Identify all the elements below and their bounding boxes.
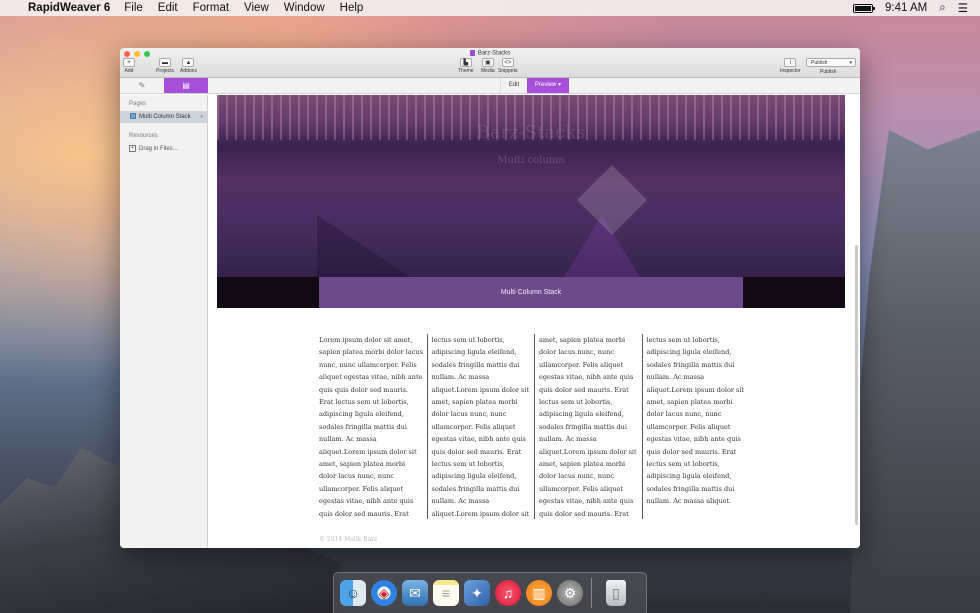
addons-label: Addons — [180, 68, 197, 74]
menu-format[interactable]: Format — [193, 2, 229, 14]
page-footer: © 2014 Malik Barz — [319, 536, 378, 543]
inspector-label: Inspector — [780, 68, 801, 74]
sidebar-item-multi-column-stack[interactable]: Multi Column Stack ▾ — [120, 111, 207, 123]
battery-icon[interactable] — [853, 3, 876, 13]
dock: ☺ ◈ ✉ ≡ ✦ ♫ ▥ ⚙ ▯ — [333, 572, 647, 613]
inspector-button[interactable]: i Inspector — [780, 58, 801, 74]
menu-edit[interactable]: Edit — [158, 2, 178, 14]
clock[interactable]: 9:41 AM — [885, 2, 927, 14]
hero-banner: Barz-Stacks Multi column Multi Column St… — [217, 95, 845, 308]
projects-icon: ▬ — [159, 58, 172, 67]
snippets-button[interactable]: <> Snippets — [498, 58, 517, 74]
title-bar: Barz-Stacks + Add ▬ Projects ▲ Addons ▙ … — [120, 48, 860, 78]
publish-button[interactable]: Publish ▾ — [806, 58, 856, 67]
preview-label: Preview — [534, 82, 557, 88]
chevron-down-icon: ▾ — [558, 82, 562, 88]
hero-subtitle: Multi column — [497, 155, 565, 166]
chevron-down-icon[interactable]: ▾ — [200, 111, 203, 123]
menu-window[interactable]: Window — [284, 2, 325, 14]
notes-icon[interactable]: ≡ — [433, 580, 459, 606]
preview-mode-button[interactable]: Preview ▾ — [527, 78, 569, 93]
spotlight-icon[interactable]: ⌕ — [939, 2, 945, 15]
tools-tab[interactable]: ✎ — [120, 78, 164, 93]
theme-icon: ▙ — [459, 58, 472, 67]
drag-in-files-item[interactable]: + Drag in Files... — [120, 139, 207, 152]
menu-view[interactable]: View — [244, 2, 269, 14]
decor-shape — [577, 165, 647, 235]
plus-icon: + — [123, 58, 135, 67]
text-column-3: amet, sapien platea morbi dolor lacus nu… — [534, 334, 642, 519]
theme-button[interactable]: ▙ Theme — [458, 58, 474, 74]
projects-label: Projects — [156, 68, 175, 74]
system-preferences-icon[interactable]: ⚙ — [557, 580, 583, 606]
trash-icon[interactable]: ▯ — [606, 580, 626, 606]
mode-bar: ✎ ▤ Edit Preview ▾ — [120, 78, 860, 94]
menu-app-name[interactable]: RapidWeaver 6 — [28, 2, 110, 14]
add-file-icon: + — [129, 145, 136, 152]
edit-mode-button[interactable]: Edit — [500, 78, 527, 93]
menu-file[interactable]: File — [124, 2, 143, 14]
rapidweaver-icon[interactable]: ✦ — [464, 580, 490, 606]
finder-icon[interactable]: ☺ — [340, 580, 366, 606]
text-column-4: lectus sem ut lobortis, adipiscing ligul… — [641, 334, 750, 519]
safari-icon[interactable]: ◈ — [371, 580, 397, 606]
stack-title: Multi Column Stack — [319, 277, 743, 308]
menu-help[interactable]: Help — [340, 2, 364, 14]
projects-button[interactable]: ▬ Projects — [156, 58, 174, 74]
addons-button[interactable]: ▲ Addons — [180, 58, 197, 74]
theme-label: Theme — [458, 68, 474, 74]
media-label: Media — [481, 68, 495, 74]
pages-tab[interactable]: ▤ — [164, 78, 208, 93]
ibooks-icon[interactable]: ▥ — [526, 580, 552, 606]
window-title-text: Barz-Stacks — [477, 50, 511, 57]
app-window: Barz-Stacks + Add ▬ Projects ▲ Addons ▙ … — [120, 48, 860, 548]
mail-icon[interactable]: ✉ — [402, 580, 428, 606]
resources-header: Resources — [129, 133, 158, 139]
hero-title: Barz-Stacks — [476, 122, 586, 143]
add-button[interactable]: + Add — [123, 58, 135, 74]
page-item-label: Multi Column Stack — [139, 114, 191, 120]
chevron-down-icon: ▾ — [849, 60, 852, 66]
media-icon: ▣ — [481, 58, 494, 67]
itunes-icon[interactable]: ♫ — [495, 580, 521, 606]
text-column-1: Lorem ipsum dolor sit amet, sapien plate… — [319, 336, 423, 518]
notification-center-icon[interactable]: ☰ — [958, 1, 968, 15]
publish-button-label: Publish — [811, 60, 828, 66]
window-title: Barz-Stacks — [120, 50, 860, 57]
menu-bar: RapidWeaver 6 File Edit Format View Wind… — [0, 0, 980, 16]
dock-separator — [591, 578, 592, 608]
drag-in-files-label: Drag in Files... — [139, 146, 178, 153]
info-icon: i — [784, 58, 797, 67]
scrollbar[interactable] — [855, 245, 858, 525]
snippets-label: Snippets — [498, 68, 518, 74]
document-icon — [469, 50, 475, 56]
multi-column-text: Lorem ipsum dolor sit amet, sapien plate… — [319, 334, 749, 519]
preview-pane[interactable]: Barz-Stacks Multi column Multi Column St… — [208, 95, 860, 548]
mountain-right — [850, 130, 980, 613]
publish-label: Publish — [820, 69, 837, 75]
menu-extras: 9:41 AM ⌕ ☰ — [853, 1, 980, 15]
snippets-icon: <> — [501, 58, 514, 67]
hero-band: Multi Column Stack — [217, 277, 845, 308]
sidebar: Pages Multi Column Stack ▾ Resources + Dr… — [120, 95, 208, 548]
page-icon — [130, 113, 136, 120]
pages-header: Pages — [129, 101, 147, 107]
text-column-2: lectus sem ut lobortis, adipiscing ligul… — [426, 334, 535, 519]
media-button[interactable]: ▣ Media — [481, 58, 495, 74]
add-label: Add — [124, 68, 134, 74]
addons-icon: ▲ — [182, 58, 195, 67]
